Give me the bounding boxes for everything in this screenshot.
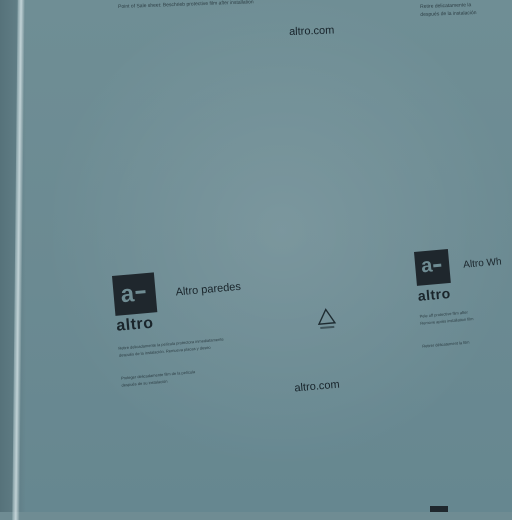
website-url: altro.com [288,24,335,39]
altro-logo-glyph: a [420,254,434,278]
altro-logo-mark: a [414,249,451,286]
arrow-icon [135,290,146,295]
website-url: altro.com [293,378,341,395]
print-group-right: a altro Altro Wh Pele off protective fil… [414,242,512,361]
logo-fragment-bottom [430,506,448,512]
arrow-icon [433,263,442,268]
altro-logo-text: altro [115,314,155,335]
altro-logo-glyph: a [119,280,136,309]
altro-logo-text: altro [417,285,452,304]
print-group-center: a altro Altro paredes Retire delicadamen… [112,254,373,415]
product-name: Altro paredes [175,280,242,299]
recycle-triangle-icon [317,308,337,330]
product-name: Altro Wh [462,256,503,271]
fine-print: Retirer délicatement la film [422,339,470,349]
altro-logo-mark: a [112,272,158,316]
